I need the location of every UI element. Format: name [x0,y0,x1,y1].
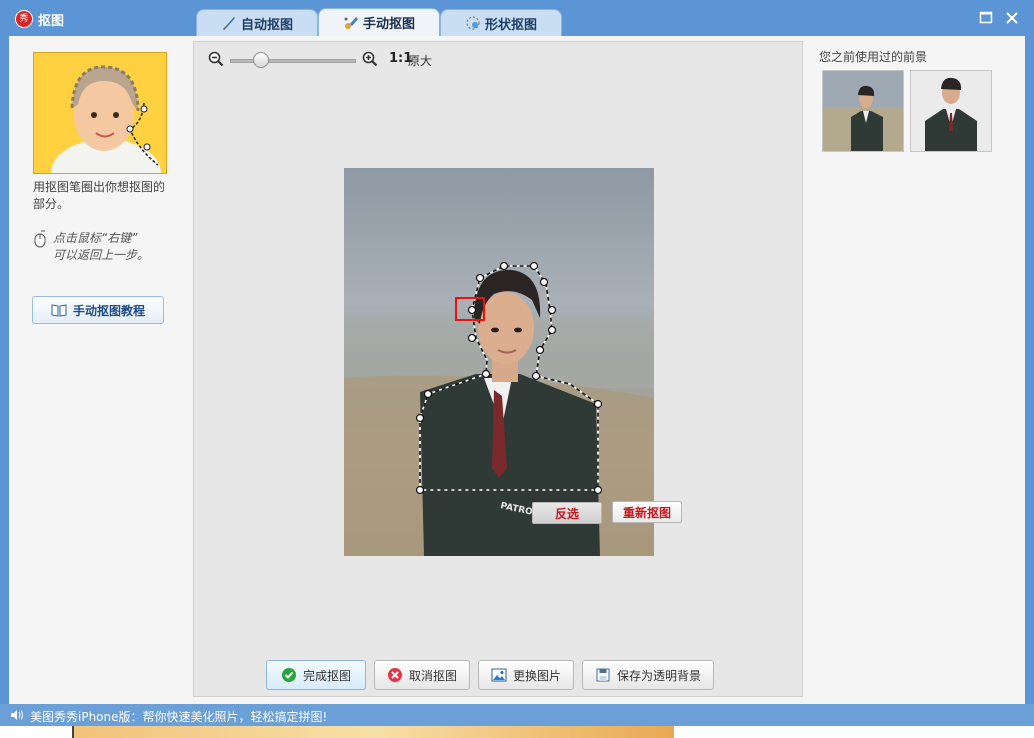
speaker-icon[interactable] [10,709,24,721]
finish-cutout-button[interactable]: 完成抠图 [266,660,366,690]
help-text: 用抠图笔圈出你想抠图的部分。 [33,180,166,211]
tutorial-button[interactable]: 手动抠图教程 [32,296,164,324]
cancel-cutout-button[interactable]: 取消抠图 [374,660,470,690]
finish-label: 完成抠图 [302,668,351,683]
maximize-icon[interactable] [978,10,994,26]
mouse-icon [34,230,46,248]
tab-shape-cutout[interactable]: 形状抠图 [440,9,562,36]
tutorial-label: 手动抠图教程 [72,303,145,318]
close-icon[interactable] [1004,10,1020,26]
cancel-icon [387,668,402,682]
original-size-button[interactable]: 原大 [408,52,432,69]
recent-foreground-thumb[interactable] [822,70,904,152]
zoom-slider-thumb[interactable] [252,52,269,68]
status-text[interactable]: 美图秀秀iPhone版：帮你快速美化照片，轻松搞定拼图! [30,708,327,725]
banner-strip [72,726,674,738]
save-transparent-label: 保存为透明背景 [616,668,701,683]
tab-label: 手动抠图 [362,17,415,32]
tab-manual-cutout[interactable]: 手动抠图 [318,8,440,36]
title-bar[interactable]: 秀 抠图 自动抠图 手动抠图 形状抠图 [0,0,1034,36]
tab-label: 自动抠图 [240,17,293,33]
redo-cutout-button[interactable]: 重新抠图 [612,501,682,523]
app-window: 秀 抠图 自动抠图 手动抠图 形状抠图 用抠图笔圈出你想抠图的部分。 点击鼠标“… [0,0,1034,738]
example-image [33,52,167,174]
zoom-in-icon[interactable] [362,51,378,67]
app-logo: 秀 [15,10,33,28]
recent-foreground-title: 您之前使用过的前景 [819,50,928,64]
cancel-label: 取消抠图 [408,668,457,683]
tab-auto-cutout[interactable]: 自动抠图 [196,9,318,36]
status-bar: 美图秀秀iPhone版：帮你快速美化照片，轻松搞定拼图! [0,704,1034,726]
replace-label: 更换图片 [512,668,561,683]
window-title: 抠图 [38,14,65,29]
hand-brush-icon [344,16,358,29]
tip-line-1: 点击鼠标“右键” [53,231,138,245]
replace-image-button[interactable]: 更换图片 [478,660,574,690]
save-icon [596,668,610,682]
tab-label: 形状抠图 [484,17,537,33]
canvas-panel: 1:1 原大 PATROL 反选 重新抠图 完成抠图 取消抠图 更换图片 保存为… [193,41,803,697]
image-icon [491,668,507,682]
zoom-out-icon[interactable] [208,51,224,67]
edit-photo[interactable]: PATROL [344,168,654,556]
background-banner [0,726,1034,738]
save-transparent-button[interactable]: 保存为透明背景 [582,660,714,690]
invert-selection-button[interactable]: 反选 [532,502,602,524]
shape-icon [466,16,480,30]
zoom-slider-track[interactable] [230,59,356,63]
book-icon [51,304,67,317]
check-icon [281,668,296,682]
tip-line-2: 可以返回上一步。 [53,248,150,262]
recent-foreground-thumb[interactable] [910,70,992,152]
main-content: 用抠图笔圈出你想抠图的部分。 点击鼠标“右键” 可以返回上一步。 手动抠图教程 … [9,36,1025,704]
brush-icon [222,17,235,30]
